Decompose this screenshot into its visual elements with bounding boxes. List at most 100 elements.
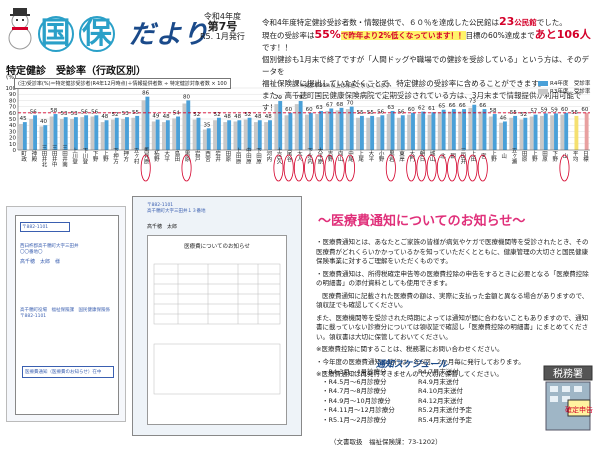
schedule-period: ・R5.1月〜2月診療分 <box>322 415 387 424</box>
bar-r4 <box>135 115 140 150</box>
bar-r3 <box>468 107 473 150</box>
bar-r4 <box>145 96 150 150</box>
envelope-sender: 高千穂町役場 福祉保険課 国民健康保険係 〒882-1101 <box>20 308 110 320</box>
category-label: 平均 <box>572 150 579 163</box>
bar-r3 <box>315 114 320 150</box>
bar-r3 <box>448 111 452 150</box>
bar-r4 <box>533 114 538 150</box>
bar-r4 <box>462 109 466 150</box>
bar-r4 <box>359 115 364 150</box>
schedule-row: ・R4.5月〜6月診療分 R4.9月末送付 <box>322 378 542 388</box>
bar-r4 <box>227 120 232 150</box>
data-label: 66 <box>449 103 456 109</box>
bar-r3 <box>243 119 248 150</box>
data-label: 48 <box>234 114 241 120</box>
notice-paragraph: 医療費通知に記載された医療費の額は、実際に支払った金額と異なる場合がありますので… <box>316 291 589 310</box>
bar-r4 <box>155 119 160 150</box>
bar-r3 <box>223 122 228 150</box>
bar-r3 <box>499 122 503 150</box>
category-label: 中田原 <box>245 147 252 165</box>
bar-r4 <box>33 115 37 150</box>
bar-r4 <box>523 117 528 150</box>
category-label: 三田井北 <box>41 145 48 169</box>
schedule-row: ・R4.7月〜8月診療分 R4.10月末送付 <box>322 387 542 397</box>
schedule-row: ・R4.11月〜12月診療分 R5.2月末送付予定 <box>322 406 542 416</box>
title-suffix: だより <box>128 20 210 50</box>
bar-r4 <box>329 108 334 150</box>
bar-r3 <box>550 115 555 150</box>
data-label: 56 <box>30 109 37 115</box>
y-tick-label: 70 <box>9 105 16 111</box>
category-label: 神殿 <box>30 149 37 163</box>
over-target-marker <box>477 154 488 182</box>
bar-r4 <box>298 101 303 150</box>
bar-r3 <box>70 119 74 150</box>
header: 国 保 だより 令和4年度 第7号 R5. 1月発行 令和4年度特定健診受診者数… <box>0 0 600 112</box>
intro-line2: 現在の受診率は <box>262 31 315 40</box>
bar-r4 <box>441 109 446 150</box>
y-tick-label: 50 <box>9 117 16 123</box>
bar-r3 <box>366 117 371 150</box>
intro-decrease: で昨年より2%低くなっています！！ <box>340 31 466 40</box>
y-tick-label: 10 <box>9 142 16 148</box>
bar-r3 <box>284 115 289 150</box>
bar-r4 <box>22 122 27 150</box>
category-label: 上野 <box>102 149 109 162</box>
bar-r3 <box>345 109 350 150</box>
category-label: 三田井中 <box>51 145 58 169</box>
legend-item-r3: R3年度 受診率 <box>538 88 590 96</box>
intro-unit: 公民館 <box>514 18 537 27</box>
schedule-send: R4.7月末送付 <box>418 368 459 376</box>
category-label: 日標 <box>582 150 589 163</box>
bar-r4 <box>390 110 395 150</box>
intro-remaining: あと106人 <box>534 28 591 41</box>
data-label: 56 <box>91 109 98 115</box>
data-label: 73 <box>469 99 476 105</box>
bar-r3 <box>100 122 105 150</box>
y-tick-label: 60 <box>9 111 16 117</box>
envelope-window-label: 医療費通知（医療費のお知らせ）在中 <box>22 366 114 378</box>
bar-r4 <box>247 117 252 150</box>
tax-office-illustration-icon: 税務署 確定申告 <box>543 365 593 431</box>
notice-paragraph: ・医療費通知は、所得税確定申告等の医療費控除の申告をするときに必要となる「医療費… <box>316 269 589 288</box>
schedule-period: ・R4.5月〜6月診療分 <box>322 377 387 386</box>
tax-office-label: 税務署 <box>553 367 583 380</box>
bar-goal <box>584 112 589 150</box>
intro-line1: 令和4年度特定健診受診者数・情報提供で、６０％を達成した公民館は <box>262 18 499 27</box>
bar-r3 <box>110 119 115 150</box>
bar-r3 <box>80 117 85 150</box>
category-label: 柘野 <box>153 149 160 162</box>
bar-r4 <box>513 115 518 150</box>
intro-rate: 55% <box>314 28 341 41</box>
bar-r4 <box>319 110 323 150</box>
bar-r3 <box>488 116 493 150</box>
bar-r3 <box>151 121 156 150</box>
y-tick-label: 90 <box>9 92 16 98</box>
category-label: 下野 <box>92 150 99 162</box>
legend-label: R4年度 受診率 <box>550 81 591 87</box>
bar-r3 <box>182 103 187 150</box>
doc-table-icon <box>153 263 281 395</box>
bar-r4 <box>502 121 507 150</box>
bar-r3 <box>294 104 299 150</box>
intro-target: 目標の60%達成まで <box>465 31 535 40</box>
bar-r4 <box>216 117 221 150</box>
data-label: 80 <box>183 94 190 100</box>
doc-title: 医療費についてのお知らせ <box>184 244 250 250</box>
category-label: 岩戸 <box>194 149 201 163</box>
bar-r4 <box>73 117 78 150</box>
bar-r4 <box>84 115 89 150</box>
data-label: 53 <box>122 111 129 117</box>
newsletter-title: 国 保 だより <box>38 14 209 52</box>
bar-r3 <box>325 110 330 150</box>
bar-r3 <box>274 104 279 150</box>
schedule-row: ・R4.3月〜4月診療分 R4.7月末送付 <box>322 368 542 378</box>
bar-r4 <box>380 115 385 150</box>
bar-r3 <box>519 119 524 150</box>
bar-r3 <box>396 117 401 150</box>
bar-r4 <box>176 116 180 150</box>
intro-count: 23 <box>498 15 515 28</box>
legend-label: R3年度 受診率 <box>550 89 591 95</box>
envelope-face: 〒882-1101 西臼杵郡高千穂町大字三田井 〇〇番地〇 高千穂 太郎 様 高… <box>15 215 119 415</box>
legend-item-r4: R4年度 受診率 <box>538 80 590 88</box>
